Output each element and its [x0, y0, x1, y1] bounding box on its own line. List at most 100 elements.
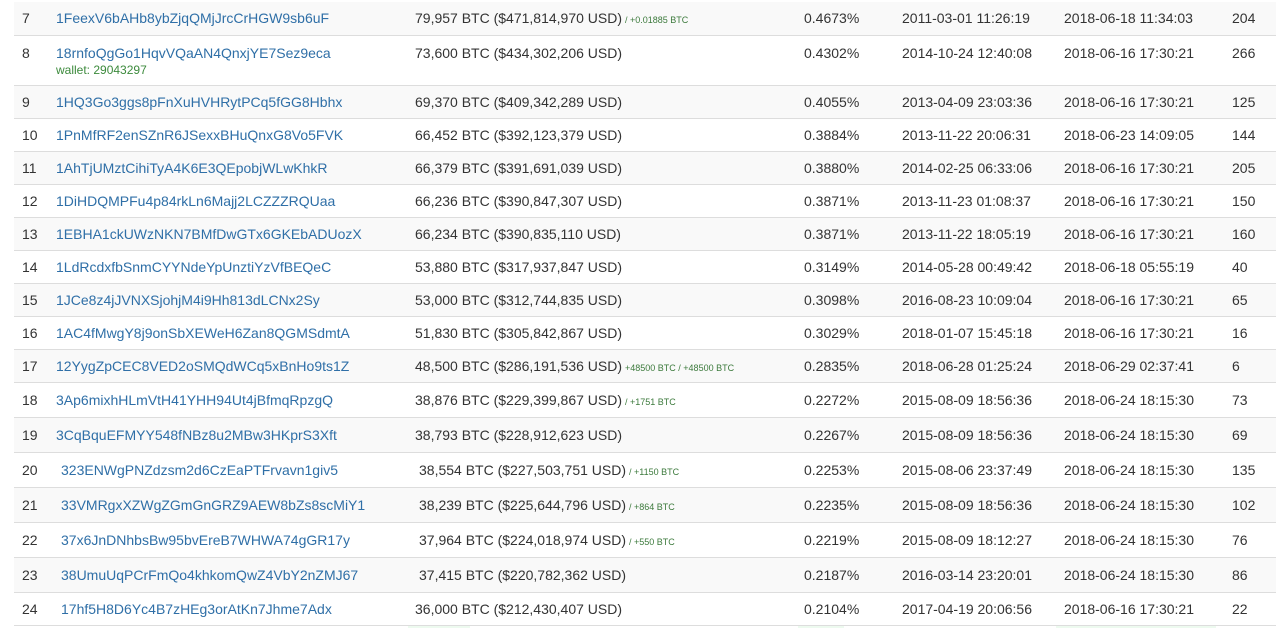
- first-in-date: 2014-02-25 06:33:06: [902, 159, 1032, 176]
- address-link[interactable]: 323ENWgPNZdzsm2d6CzEaPTFrvavn1giv5: [61, 462, 338, 478]
- rank-number: 15: [22, 291, 38, 308]
- address-link[interactable]: 33VMRgxXZWgZGmGnGRZ9AEW8bZs8scMiY1: [61, 497, 365, 513]
- balance-value: 37,964 BTC ($224,018,974 USD): [419, 531, 627, 548]
- table-row: 15 1JCe8z4jJVNXSjohjM4i9Hh813dLCNx2Sy 53,0…: [14, 283, 1276, 317]
- first-in-date: 2015-08-09 18:56:36: [902, 426, 1032, 443]
- balance-value: 79,957 BTC ($471,814,970 USD): [415, 10, 623, 27]
- last-in-date: 2018-06-24 18:15:30: [1064, 426, 1194, 443]
- address-link[interactable]: 1AC4fMwgY8j9onSbXEWeH6Zan8QGMSdmtA: [56, 325, 350, 341]
- address-link[interactable]: 1AhTjUMztCihiTyA4K6E3QEpobjWLwKhkR: [56, 160, 328, 176]
- rank-number: 21: [22, 496, 38, 513]
- last-in-date: 2018-06-16 17:30:21: [1064, 192, 1194, 209]
- address-link[interactable]: 18rnfoQgGo1HqvVQaAN4QnxjYE7Sez9eca: [56, 45, 331, 61]
- first-in-date: 2018-06-28 01:25:24: [902, 357, 1032, 374]
- percent-cell: 0.2219%: [800, 522, 898, 558]
- first-in-cell: 2017-04-19 20:06:56: [898, 592, 1060, 626]
- ins-count-cell: 205: [1222, 151, 1276, 185]
- rank-number: 11: [22, 159, 37, 176]
- address-link[interactable]: 1LdRcdxfbSnmCYYNdeYpUnztiYzVfBEQeC: [56, 259, 331, 275]
- table-row: 10 1PnMfRF2enSZnR6JSexxBHuQnxG8Vo5FVK 66,4…: [14, 118, 1276, 152]
- last-in-date: 2018-06-29 02:37:41: [1064, 357, 1194, 374]
- rank-number: 19: [22, 426, 38, 443]
- first-in-cell: 2011-03-01 11:26:19: [898, 2, 1060, 36]
- ins-count-cell: 69: [1222, 417, 1276, 453]
- rank-number: 16: [22, 324, 38, 341]
- table-row: 12 1DiHDQMPFu4p84rkLn6Majj2LCZZZRQUaa 66,2…: [14, 184, 1276, 218]
- ins-count-cell: 76: [1222, 522, 1276, 558]
- last-in-cell: 2018-06-24 18:15:30: [1060, 452, 1222, 488]
- address-link[interactable]: 3CqBquEFMYY548fNBz8u2MBw3HKprS3Xft: [56, 427, 337, 443]
- balance-value: 66,234 BTC ($390,835,110 USD): [415, 225, 621, 242]
- balance-cell: 37,964 BTC ($224,018,974 USD) / +550 BTC: [408, 522, 800, 558]
- percent-value: 0.3871%: [804, 192, 860, 209]
- rank-cell: 15: [14, 283, 56, 317]
- percent-value: 0.2187%: [804, 566, 860, 583]
- percent-cell: 0.2835%: [800, 349, 898, 383]
- address-cell: 3Ap6mixhHLmVtH41YHH94Ut4jBfmqRpzgQ: [56, 382, 408, 418]
- address-link[interactable]: 1DiHDQMPFu4p84rkLn6Majj2LCZZZRQUaa: [56, 193, 335, 209]
- first-in-cell: 2016-03-14 23:20:01: [898, 557, 1060, 593]
- percent-value: 0.3884%: [804, 126, 860, 143]
- rich-list-table: 7 1FeexV6bAHb8ybZjqQMjJrcCrHGW9sb6uF 79,95…: [14, 2, 1276, 626]
- rank-cell: 20: [14, 452, 56, 488]
- percent-value: 0.4673%: [804, 10, 860, 27]
- balance-change: / +864 BTC: [629, 501, 675, 512]
- percent-value: 0.3149%: [804, 258, 860, 275]
- address-cell: 1FeexV6bAHb8ybZjqQMjJrcCrHGW9sb6uF: [56, 2, 408, 36]
- first-in-date: 2011-03-01 11:26:19: [902, 10, 1030, 27]
- rank-cell: 18: [14, 382, 56, 418]
- ins-count: 102: [1232, 496, 1256, 513]
- balance-change: / +550 BTC: [629, 536, 675, 547]
- address-cell: 1DiHDQMPFu4p84rkLn6Majj2LCZZZRQUaa: [56, 184, 408, 218]
- rank-number: 20: [22, 461, 38, 478]
- first-in-date: 2015-08-06 23:37:49: [902, 461, 1032, 478]
- balance-cell: 36,000 BTC ($212,430,407 USD): [408, 592, 800, 626]
- balance-value: 53,000 BTC ($312,744,835 USD): [415, 291, 623, 308]
- rank-number: 22: [22, 531, 38, 548]
- address-link[interactable]: 38UmuUqPCrFmQo4khkomQwZ4VbY2nZMJ67: [61, 567, 358, 583]
- percent-value: 0.4055%: [804, 93, 860, 110]
- ins-count: 205: [1232, 159, 1256, 176]
- balance-value: 53,880 BTC ($317,937,847 USD): [415, 258, 623, 275]
- last-in-cell: 2018-06-29 02:37:41: [1060, 349, 1222, 383]
- last-in-date: 2018-06-16 17:30:21: [1064, 93, 1194, 110]
- address-link[interactable]: 37x6JnDNhbsBw95bvEreB7WHWA74gGR17y: [61, 532, 350, 548]
- rank-cell: 14: [14, 250, 56, 284]
- wallet-link[interactable]: wallet: 29043297: [56, 63, 408, 77]
- ins-count: 40: [1232, 258, 1248, 275]
- first-in-date: 2013-11-23 01:08:37: [902, 192, 1031, 209]
- address-link[interactable]: 1EBHA1ckUWzNKN7BMfDwGTx6GKEbADUozX: [56, 226, 362, 242]
- table-row: 17 12YygZpCEC8VED2oSMQdWCq5xBnHo9ts1Z 48,5…: [14, 349, 1276, 383]
- first-in-cell: 2018-06-28 01:25:24: [898, 349, 1060, 383]
- rank-cell: 9: [14, 85, 56, 119]
- address-link[interactable]: 12YygZpCEC8VED2oSMQdWCq5xBnHo9ts1Z: [56, 358, 349, 374]
- first-in-date: 2013-11-22 20:06:31: [902, 126, 1031, 143]
- rank-cell: 19: [14, 417, 56, 453]
- ins-count-cell: 86: [1222, 557, 1276, 593]
- last-in-date: 2018-06-16 17:30:21: [1064, 324, 1194, 341]
- address-link[interactable]: 1HQ3Go3ggs8pFnXuHVHRytPCq5fGG8Hbhx: [56, 94, 342, 110]
- first-in-cell: 2015-08-09 18:56:36: [898, 417, 1060, 453]
- address-link[interactable]: 1FeexV6bAHb8ybZjqQMjJrcCrHGW9sb6uF: [56, 10, 329, 26]
- rank-cell: 13: [14, 217, 56, 251]
- address-link[interactable]: 1JCe8z4jJVNXSjohjM4i9Hh813dLCNx2Sy: [56, 292, 320, 308]
- balance-value: 38,876 BTC ($229,399,867 USD): [415, 391, 623, 408]
- last-in-date: 2018-06-24 18:15:30: [1064, 531, 1194, 548]
- address-link[interactable]: 1PnMfRF2enSZnR6JSexxBHuQnxG8Vo5FVK: [56, 127, 343, 143]
- percent-cell: 0.3871%: [800, 217, 898, 251]
- ins-count: 86: [1232, 566, 1248, 583]
- percent-cell: 0.4302%: [800, 35, 898, 86]
- percent-value: 0.3871%: [804, 225, 860, 242]
- last-in-date: 2018-06-24 18:15:30: [1064, 461, 1194, 478]
- balance-cell: 69,370 BTC ($409,342,289 USD): [408, 85, 800, 119]
- balance-value: 38,554 BTC ($227,503,751 USD): [419, 461, 627, 478]
- last-in-cell: 2018-06-24 18:15:30: [1060, 382, 1222, 418]
- ins-count: 160: [1232, 225, 1256, 242]
- address-link[interactable]: 17hf5H8D6Yc4B7zHEg3orAtKn7Jhme7Adx: [61, 601, 332, 617]
- last-in-date: 2018-06-16 17:30:21: [1064, 44, 1194, 61]
- last-in-date: 2018-06-16 17:30:21: [1064, 291, 1194, 308]
- percent-value: 0.2219%: [804, 531, 860, 548]
- address-cell: 37x6JnDNhbsBw95bvEreB7WHWA74gGR17y: [56, 522, 408, 558]
- address-link[interactable]: 3Ap6mixhHLmVtH41YHH94Ut4jBfmqRpzgQ: [56, 392, 333, 408]
- balance-cell: 48,500 BTC ($286,191,536 USD) +48500 BTC …: [408, 349, 800, 383]
